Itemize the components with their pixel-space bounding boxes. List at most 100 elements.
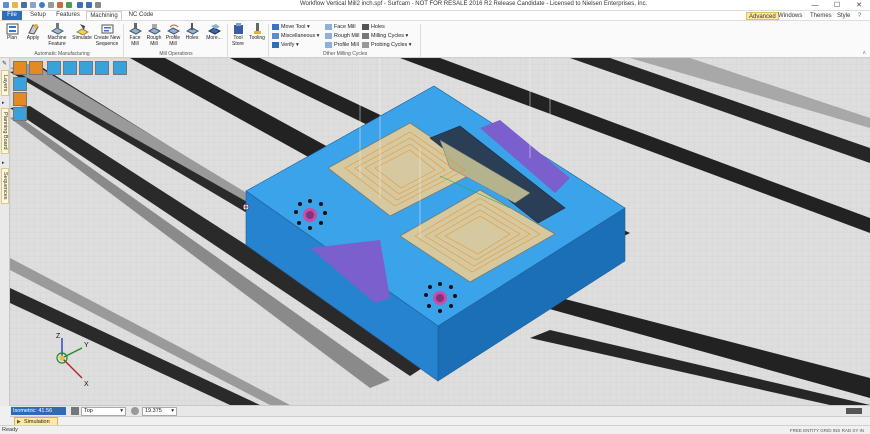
rotate-icon[interactable] xyxy=(13,61,27,75)
face-mill-small-button[interactable]: Face Mill xyxy=(325,23,356,31)
plan-button[interactable]: Plan xyxy=(2,23,22,50)
simulate-button[interactable]: Simulate xyxy=(71,23,93,50)
tool-store-icon xyxy=(233,23,243,34)
ribbon: Plan Apply Machine Feature Simulate Crea… xyxy=(0,20,870,58)
miscellaneous-button[interactable]: Miscellaneous ▾ xyxy=(272,32,319,40)
simulate-label: Simulate xyxy=(72,35,92,41)
view-side-icon[interactable] xyxy=(13,107,27,121)
more-label: More... xyxy=(206,35,222,41)
tools-icon[interactable] xyxy=(57,2,63,8)
tool-store-label: Tool Store xyxy=(232,35,244,47)
holes-small-button[interactable]: Holes xyxy=(362,23,385,31)
view-select[interactable]: Top ▾ xyxy=(81,407,126,416)
profile-mill-button[interactable]: Profile Mill xyxy=(164,23,182,50)
tool-store-button[interactable]: Tool Store xyxy=(229,23,247,50)
rough-mill-small-icon xyxy=(325,33,332,39)
open-file-icon[interactable] xyxy=(12,2,18,8)
apply-button[interactable]: Apply xyxy=(23,23,43,50)
chevron-icon[interactable]: ▸ xyxy=(2,100,5,106)
view-select-value: Top xyxy=(84,408,93,414)
milling-cycles-button[interactable]: Milling Cycles ▾ xyxy=(362,32,408,40)
zoom-icon[interactable] xyxy=(131,407,139,415)
windows-menu[interactable]: Windows xyxy=(776,12,804,20)
info-icon[interactable] xyxy=(39,2,45,8)
center-icon[interactable] xyxy=(113,61,127,75)
profile-mill-small-button[interactable]: Profile Mill xyxy=(325,41,359,49)
cut-icon[interactable] xyxy=(95,2,101,8)
title-bar: Workflow Vertical Mill2 inch.spf - Surfc… xyxy=(0,0,870,11)
tooling-button[interactable]: Tooling xyxy=(248,23,266,50)
undo-icon[interactable] xyxy=(77,2,83,8)
check-icon[interactable] xyxy=(66,2,72,8)
collapse-ribbon-icon[interactable]: ˄ xyxy=(862,51,866,57)
help-icon[interactable]: ? xyxy=(856,12,863,20)
zoom-icon[interactable] xyxy=(63,61,77,75)
more-button[interactable]: More... xyxy=(203,23,225,50)
redo-icon[interactable] xyxy=(86,2,92,8)
zoom-fit-icon[interactable] xyxy=(47,61,61,75)
holes-button[interactable]: Holes xyxy=(183,23,201,50)
app-window: Workflow Vertical Mill2 inch.spf - Surfc… xyxy=(0,0,870,434)
window-title: Workflow Vertical Mill2 inch.spf - Surfc… xyxy=(300,1,648,7)
ribbon-separator xyxy=(268,24,269,57)
verify-label: Verify xyxy=(281,42,295,48)
style-menu[interactable]: Style xyxy=(835,12,852,20)
bottom-tabs: Simulation ▶ xyxy=(10,416,870,426)
ribbon-separator xyxy=(420,24,421,57)
status-indicators: FREE ENTITY GRID INS RAD XY IN xyxy=(789,428,864,433)
3d-viewport[interactable]: Z Y X xyxy=(10,58,870,405)
profile-mill-small-label: Profile Mill xyxy=(334,42,359,48)
save-all-icon[interactable] xyxy=(30,2,36,8)
tab-layers[interactable]: Layers xyxy=(1,70,9,96)
profile-mill-small-icon xyxy=(325,42,332,48)
milling-cycles-label: Milling Cycles xyxy=(371,33,404,39)
left-sidebar: ✎ Layers ▸ Planning Board ▸ Sequences xyxy=(0,58,10,406)
group-mill-operations: Mill Operations xyxy=(159,51,193,57)
apply-icon xyxy=(27,24,39,35)
tab-setup[interactable]: Setup xyxy=(25,11,51,20)
verify-button[interactable]: Verify ▾ xyxy=(272,41,299,49)
view-icon[interactable] xyxy=(71,407,79,415)
maximize-button[interactable]: ☐ xyxy=(826,0,848,11)
tab-nc-code[interactable]: NC Code xyxy=(124,11,158,20)
tab-machining[interactable]: Machining xyxy=(86,11,122,20)
new-file-icon[interactable] xyxy=(3,2,9,8)
close-button[interactable]: ✕ xyxy=(848,0,870,11)
profile-mill-label: Profile Mill xyxy=(165,35,181,47)
themes-menu[interactable]: Themes xyxy=(808,12,834,20)
pan-icon[interactable] xyxy=(29,61,43,75)
print-icon[interactable] xyxy=(48,2,54,8)
miscellaneous-icon xyxy=(272,33,279,39)
create-new-sequence-label: Create New Sequence xyxy=(93,35,121,47)
rough-mill-button[interactable]: Rough Mill xyxy=(145,23,163,50)
chevron-icon[interactable]: ▸ xyxy=(2,160,5,166)
window-icon[interactable] xyxy=(95,61,109,75)
tab-sequences[interactable]: Sequences xyxy=(1,168,9,204)
tab-features[interactable]: Features xyxy=(53,11,83,20)
tab-file[interactable]: File xyxy=(2,11,22,20)
rough-mill-icon xyxy=(147,24,161,35)
view-iso-icon[interactable] xyxy=(13,77,27,91)
holes-icon xyxy=(185,23,199,35)
face-mill-button[interactable]: Face Mill xyxy=(126,23,144,50)
probing-cycles-button[interactable]: Probing Cycles ▾ xyxy=(362,41,411,49)
more-icon xyxy=(207,24,221,35)
machine-feature-button[interactable]: Machine Feature xyxy=(44,23,70,50)
panel-toggle-icon[interactable] xyxy=(846,408,862,414)
zoom-field[interactable]: 19.375 ▾ xyxy=(142,407,177,416)
holes-small-icon xyxy=(362,24,369,30)
tooling-icon xyxy=(253,23,261,34)
tab-planning-board[interactable]: Planning Board xyxy=(1,108,9,154)
move-tool-button[interactable]: Move Tool ▾ xyxy=(272,23,310,31)
viewport-canvas[interactable]: Z Y X xyxy=(10,58,870,405)
zoom-window-icon[interactable] xyxy=(79,61,93,75)
rough-mill-small-button[interactable]: Rough Mill xyxy=(325,32,359,40)
pin-icon[interactable]: ✎ xyxy=(2,60,7,67)
plan-icon xyxy=(6,23,18,35)
minimize-button[interactable]: — xyxy=(804,0,826,11)
apply-label: Apply xyxy=(26,35,40,41)
create-new-sequence-button[interactable]: Create New Sequence xyxy=(93,23,121,50)
save-icon[interactable] xyxy=(21,2,27,8)
advanced-button[interactable]: Advanced xyxy=(746,12,779,20)
view-front-icon[interactable] xyxy=(13,92,27,106)
